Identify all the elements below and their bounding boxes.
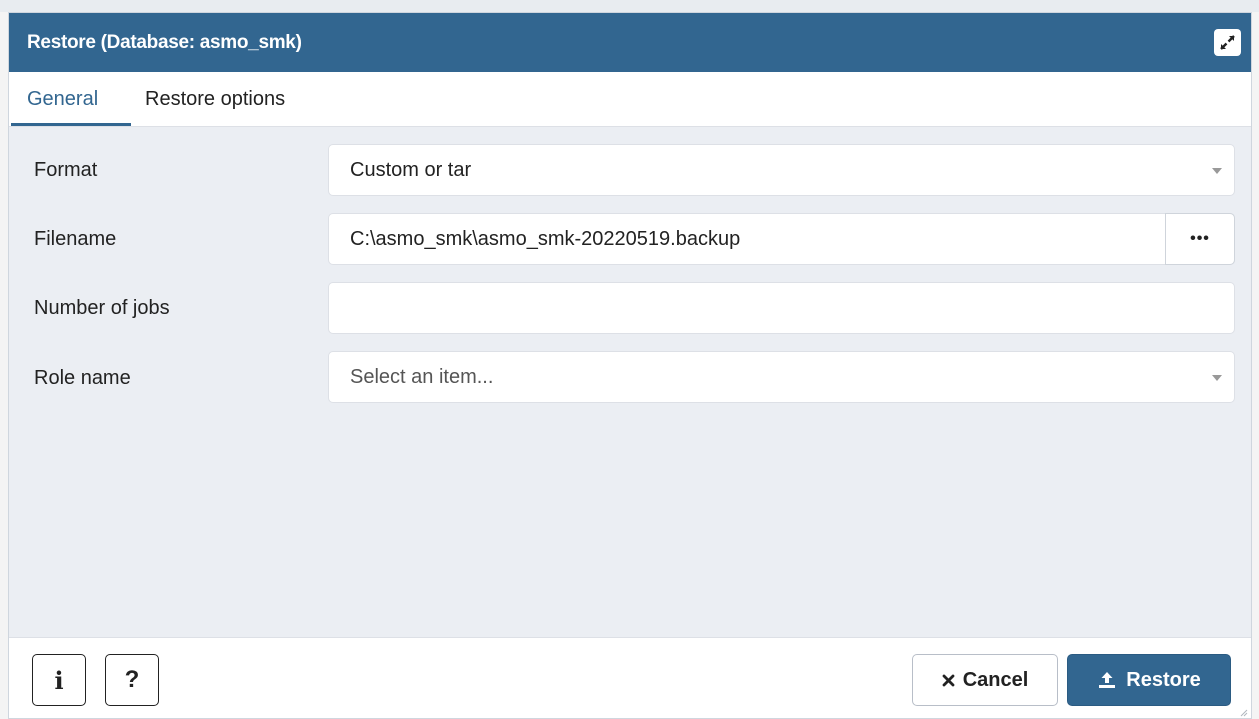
resize-grip-icon[interactable] (1238, 707, 1248, 717)
cancel-label: Cancel (962, 668, 1029, 691)
jobs-input[interactable] (328, 282, 1235, 334)
chevron-down-icon (1212, 168, 1222, 174)
filename-value: C:\asmo_smk\asmo_smk-20220519.backup (350, 228, 741, 250)
format-label: Format (34, 159, 98, 181)
dialog-title: Restore (Database: asmo_smk) (27, 32, 302, 53)
role-placeholder: Select an item... (350, 366, 494, 388)
format-select[interactable]: Custom or tar (328, 144, 1235, 196)
format-value: Custom or tar (350, 159, 472, 181)
tab-restore-options[interactable]: Restore options (145, 72, 285, 126)
info-icon: i (54, 665, 64, 695)
cancel-button[interactable]: Cancel (912, 654, 1058, 706)
expand-icon (1220, 35, 1235, 50)
chevron-down-icon (1212, 375, 1222, 381)
help-icon: ? (124, 666, 140, 693)
help-button[interactable]: ? (105, 654, 159, 706)
dialog-footer: i ? Cancel Restore (9, 637, 1251, 718)
jobs-label: Number of jobs (34, 297, 170, 319)
tab-general[interactable]: General (11, 72, 131, 126)
maximize-button[interactable] (1214, 29, 1241, 56)
ellipsis-icon: ••• (1190, 230, 1210, 247)
restore-dialog: Restore (Database: asmo_smk) General Res… (8, 12, 1252, 719)
backdrop-strip (0, 0, 1259, 12)
close-icon (942, 674, 955, 686)
upload-icon (1099, 672, 1116, 688)
info-button[interactable]: i (32, 654, 86, 706)
browse-file-button[interactable]: ••• (1165, 213, 1235, 265)
restore-button[interactable]: Restore (1067, 654, 1231, 706)
role-label: Role name (34, 367, 131, 389)
role-select[interactable]: Select an item... (328, 351, 1235, 403)
tab-bar: General Restore options (9, 72, 1251, 127)
restore-label: Restore (1126, 668, 1201, 691)
filename-label: Filename (34, 228, 117, 250)
filename-input[interactable]: C:\asmo_smk\asmo_smk-20220519.backup ••• (328, 213, 1235, 265)
dialog-titlebar[interactable]: Restore (Database: asmo_smk) (9, 13, 1251, 72)
